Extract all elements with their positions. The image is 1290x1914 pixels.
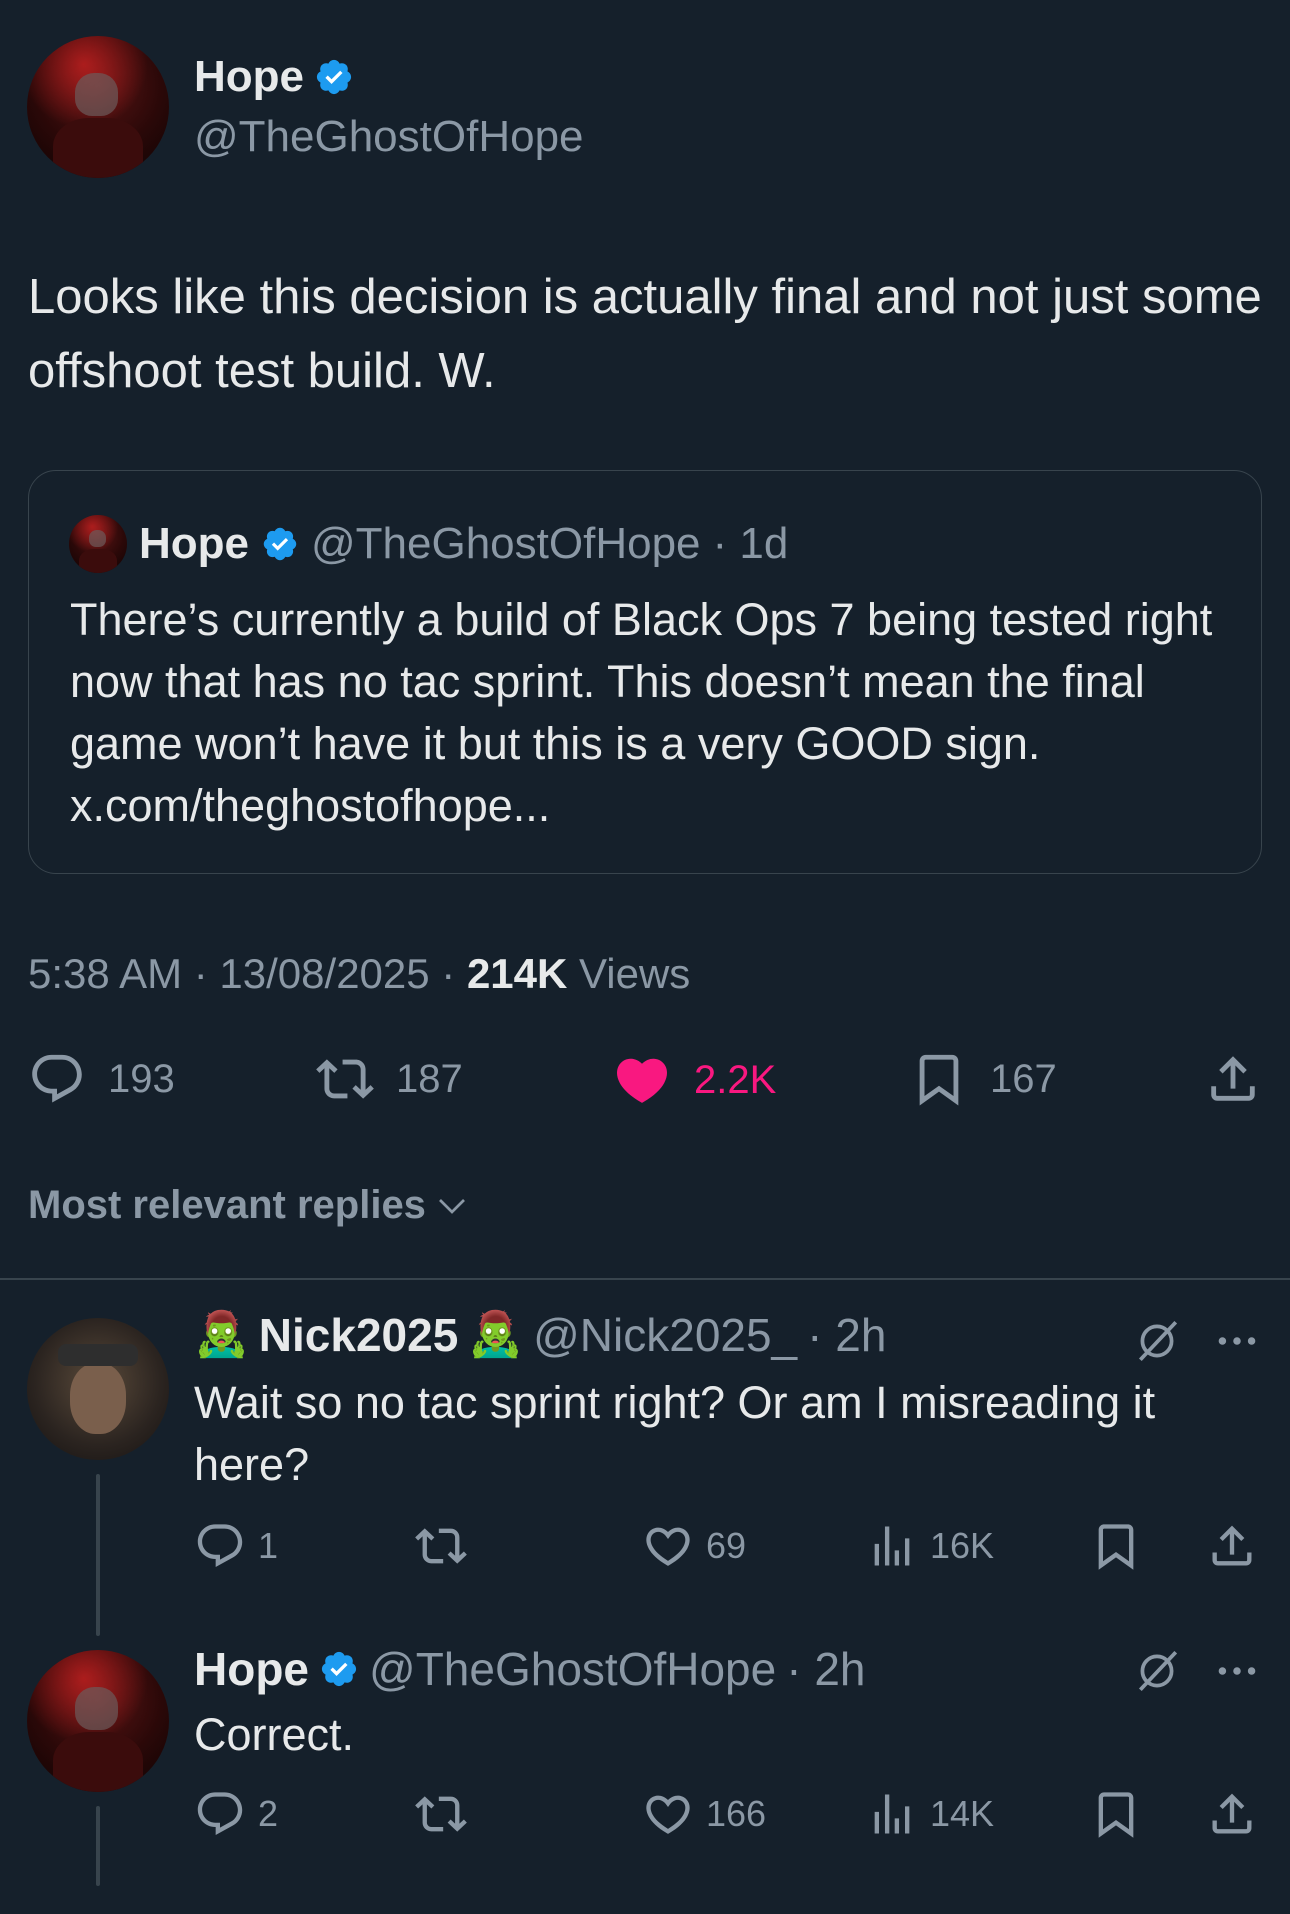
- views-count: 14K: [930, 1793, 995, 1834]
- reply-count: 193: [108, 1056, 175, 1101]
- chevron-down-icon: [438, 1198, 465, 1214]
- bookmark-icon[interactable]: [1090, 1788, 1142, 1840]
- thread-line: [96, 1806, 100, 1886]
- tweet-text: Looks like this decision is actually fin…: [28, 270, 1262, 398]
- reply-age: · 2h: [807, 1309, 887, 1361]
- share-icon[interactable]: [1206, 1520, 1258, 1572]
- repost-icon: [316, 1059, 374, 1099]
- quoted-tweet-text: There’s currently a build of Black Ops 7…: [70, 594, 1213, 831]
- reply-action[interactable]: 1: [194, 1520, 278, 1572]
- heart-icon: [646, 1527, 690, 1566]
- reply-action[interactable]: 2: [194, 1788, 278, 1840]
- more-options-icon[interactable]: [1212, 1316, 1262, 1366]
- reply-author-name[interactable]: Nick2025: [259, 1308, 459, 1362]
- reply-icon: [32, 1054, 82, 1103]
- bookmark-count: 167: [990, 1056, 1057, 1101]
- reply-author-handle[interactable]: @Nick2025_: [533, 1308, 797, 1362]
- share-icon[interactable]: [1206, 1788, 1258, 1840]
- bookmark-action[interactable]: 167: [910, 1050, 1057, 1108]
- author-name-row[interactable]: Hope: [194, 52, 354, 102]
- tweet-meta: 5:38 AM · 13/08/2025 · 214K Views: [28, 950, 690, 998]
- repost-action[interactable]: [415, 1520, 467, 1572]
- views-action[interactable]: 14K: [866, 1788, 994, 1840]
- like-count: 166: [706, 1793, 767, 1834]
- like-count: 2.2K: [694, 1057, 777, 1102]
- heart-icon: [646, 1795, 690, 1834]
- verified-badge-icon: [263, 527, 297, 561]
- quoted-author-handle: @TheGhostOfHope: [311, 519, 701, 568]
- reply-icon: [197, 1792, 243, 1836]
- repost-action[interactable]: [415, 1788, 467, 1840]
- reply-text: Wait so no tac sprint right? Or am I mis…: [194, 1377, 1156, 1490]
- divider: [0, 1278, 1290, 1280]
- repost-icon: [415, 1528, 467, 1564]
- like-count: 69: [706, 1525, 747, 1566]
- views-label: Views: [567, 950, 691, 997]
- reply-icon: [197, 1524, 243, 1568]
- zombie-emoji: 🧟‍♂️: [468, 1310, 524, 1359]
- views-icon: [874, 1526, 910, 1566]
- verified-badge-icon: [321, 1651, 357, 1687]
- quoted-tweet[interactable]: Hope @TheGhostOfHope · 1d There’s curren…: [28, 470, 1262, 874]
- grok-icon[interactable]: [1132, 1646, 1182, 1696]
- author-handle[interactable]: @TheGhostOfHope: [194, 112, 584, 162]
- quoted-author-avatar: [69, 515, 127, 573]
- repost-icon: [415, 1796, 467, 1832]
- reply-header: Hope @TheGhostOfHope · 2h: [194, 1642, 865, 1696]
- verified-badge-icon: [316, 59, 352, 95]
- reply-action[interactable]: 193: [28, 1050, 175, 1108]
- grok-icon[interactable]: [1132, 1316, 1182, 1366]
- reply-avatar[interactable]: [27, 1318, 169, 1460]
- views-icon: [874, 1794, 910, 1834]
- like-action[interactable]: 2.2K: [612, 1050, 776, 1110]
- reply-avatar[interactable]: [27, 1650, 169, 1792]
- heart-filled-icon: [616, 1058, 668, 1103]
- more-options-icon[interactable]: [1212, 1646, 1262, 1696]
- views-count: 16K: [930, 1525, 995, 1566]
- share-icon: [1211, 1056, 1255, 1101]
- reply-header: 🧟‍♂️ Nick2025 🧟‍♂️ @Nick2025_ · 2h: [194, 1308, 886, 1362]
- quoted-tweet-header: Hope @TheGhostOfHope · 1d: [69, 515, 788, 573]
- replies-sort-label: Most relevant replies: [28, 1183, 426, 1227]
- reply-author-name[interactable]: Hope: [194, 1642, 309, 1696]
- replies-sort-dropdown[interactable]: Most relevant replies: [28, 1183, 470, 1228]
- reply-age: · 2h: [786, 1643, 866, 1695]
- author-avatar[interactable]: [27, 36, 169, 178]
- reply-author-handle[interactable]: @TheGhostOfHope: [369, 1642, 776, 1696]
- zombie-emoji: 🧟‍♂️: [194, 1310, 249, 1359]
- reply-count: 2: [258, 1793, 279, 1834]
- thread-line: [96, 1474, 100, 1636]
- views-count: 214K: [466, 950, 568, 997]
- like-action[interactable]: 69: [642, 1520, 746, 1572]
- reply-count: 1: [258, 1525, 279, 1566]
- tweet-timestamp: 5:38 AM · 13/08/2025 ·: [28, 950, 467, 997]
- author-name[interactable]: Hope: [194, 52, 304, 102]
- repost-count: 187: [396, 1056, 463, 1101]
- like-action[interactable]: 166: [642, 1788, 766, 1840]
- reply-text: Correct.: [194, 1709, 355, 1760]
- bookmark-icon[interactable]: [1090, 1520, 1142, 1572]
- repost-action[interactable]: 187: [316, 1050, 463, 1108]
- bookmark-icon: [919, 1054, 959, 1106]
- quoted-author-name: Hope: [139, 519, 249, 568]
- share-action[interactable]: [1204, 1050, 1262, 1108]
- views-action[interactable]: 16K: [866, 1520, 994, 1572]
- quoted-tweet-age: · 1d: [712, 519, 789, 568]
- tweet-detail-page: Hope @TheGhostOfHope Looks like this dec…: [0, 0, 1290, 1914]
